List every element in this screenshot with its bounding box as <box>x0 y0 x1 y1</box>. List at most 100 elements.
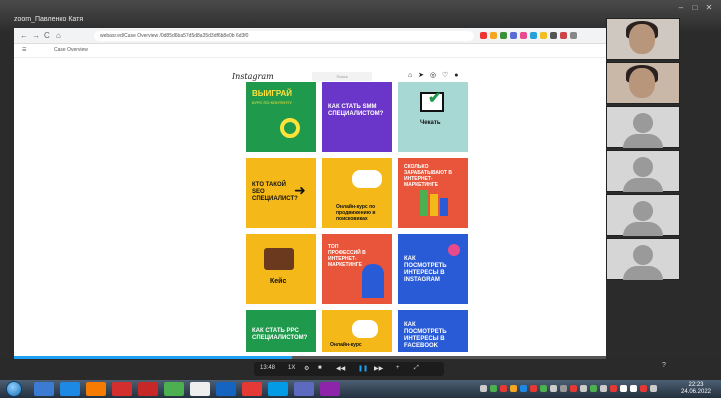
add-icon[interactable]: + <box>396 365 400 371</box>
tray-icon[interactable] <box>510 385 517 392</box>
back-icon[interactable]: ← <box>20 31 28 40</box>
menu-icon[interactable]: ☰ <box>22 47 26 53</box>
post-tile[interactable]: ВЫИГРАЙ КУРС ПО КОНТЕНТУ <box>246 82 316 152</box>
participant-avatar[interactable] <box>606 238 680 280</box>
post-tile[interactable]: ТОП ПРОФЕССИЙ В ИНТЕРНЕТ-МАРКЕТИНГЕ <box>322 234 392 304</box>
avatar-body <box>623 178 663 192</box>
pause-icon[interactable]: ❚❚ <box>358 365 368 372</box>
menu-icon[interactable] <box>570 32 577 39</box>
figure-icon <box>362 264 384 298</box>
extension-icon[interactable] <box>530 32 537 39</box>
browser-icon[interactable] <box>190 382 210 396</box>
current-time: 13:48 <box>260 365 276 371</box>
avatar-body <box>623 266 663 280</box>
stop-icon[interactable]: ■ <box>318 365 322 371</box>
participant-avatar[interactable] <box>606 106 680 148</box>
post-tile[interactable]: Онлайн-курс <box>322 310 392 352</box>
help-button[interactable]: ? <box>662 362 666 369</box>
close-button[interactable]: ✕ <box>704 4 714 12</box>
speed-button[interactable]: 1X <box>288 365 295 371</box>
tray-icon[interactable] <box>550 385 557 392</box>
volume-icon[interactable] <box>630 385 637 392</box>
post-title: Онлайн-курс по продвижению в поисковиках <box>336 204 376 222</box>
heart-icon <box>448 244 460 256</box>
tray-icon[interactable] <box>590 385 597 392</box>
tray-icon[interactable] <box>490 385 497 392</box>
post-tile[interactable]: КАК СТАТЬ PPC СПЕЦИАЛИСТОМ? <box>246 310 316 352</box>
extension-icon[interactable] <box>540 32 547 39</box>
post-tile[interactable]: КАК ПОСМОТРЕТЬ ИНТЕРЕСЫ В FACEBOOK <box>398 310 468 352</box>
avatar-head <box>633 157 653 177</box>
avatar-head <box>633 113 653 133</box>
video-progress-bar[interactable] <box>14 356 606 359</box>
tray-icon[interactable] <box>540 385 547 392</box>
instagram-nav-icons[interactable]: ⌂ ➤ ◎ ♡ ● <box>408 71 460 79</box>
post-tile[interactable]: ✔ Чекать <box>398 82 468 152</box>
fullscreen-icon[interactable]: ⤢ <box>414 365 419 372</box>
participant-avatar[interactable] <box>606 150 680 192</box>
avatar-body <box>623 134 663 148</box>
extension-icon[interactable] <box>560 32 567 39</box>
maximize-button[interactable]: □ <box>690 4 700 12</box>
participant-video[interactable] <box>606 18 680 60</box>
chrome-icon[interactable] <box>164 382 184 396</box>
post-tile[interactable]: КАК ПОСМОТРЕТЬ ИНТЕРЕСЫ В INSTAGRAM <box>398 234 468 304</box>
post-tile[interactable]: СКОЛЬКО ЗАРАБАТЫВАЮТ В ИНТЕРНЕТ-МАРКЕТИН… <box>398 158 468 228</box>
language-icon[interactable] <box>650 385 657 392</box>
zoom-icon[interactable] <box>294 382 314 396</box>
tray-icon[interactable] <box>570 385 577 392</box>
extension-icon[interactable] <box>500 32 507 39</box>
network-icon[interactable] <box>620 385 627 392</box>
extension-icon[interactable] <box>510 32 517 39</box>
media-player-icon[interactable] <box>86 382 106 396</box>
url-field[interactable]: webasr.ed/Case Overview /0d85d6ba57d5d8a… <box>94 31 474 41</box>
magnifier-icon <box>352 320 378 338</box>
minimize-button[interactable]: – <box>676 4 686 12</box>
explorer-icon[interactable] <box>34 382 54 396</box>
pdf-icon[interactable] <box>242 382 262 396</box>
home-icon[interactable]: ⌂ <box>56 31 61 40</box>
extension-icon[interactable] <box>550 32 557 39</box>
tray-icon[interactable] <box>610 385 617 392</box>
tray-icon[interactable] <box>600 385 607 392</box>
post-title: Чекать <box>420 120 441 126</box>
rewind-icon[interactable]: ◀◀ <box>336 365 345 372</box>
post-tile[interactable]: КАК СТАТЬ SMM СПЕЦИАЛИСТОМ? <box>322 82 392 152</box>
flag-icon[interactable] <box>640 385 647 392</box>
start-button[interactable] <box>6 381 22 397</box>
settings-icon[interactable]: ⚙ <box>304 365 309 372</box>
participant-avatar[interactable] <box>606 194 680 236</box>
page-tab[interactable]: Case Overview <box>54 47 88 53</box>
app-icon[interactable] <box>320 382 340 396</box>
tray-icon[interactable] <box>520 385 527 392</box>
address-bar-row: ← → C ⌂ webasr.ed/Case Overview /0d85d6b… <box>14 28 606 44</box>
desktop: zoom_Павленко Катя – □ ✕ ← → C ⌂ webasr.… <box>0 0 721 398</box>
post-tile[interactable]: КТО ТАКОЙ SEO СПЕЦИАЛИСТ? ➜ <box>246 158 316 228</box>
tray-icon[interactable] <box>580 385 587 392</box>
tray-icon[interactable] <box>560 385 567 392</box>
yandex-icon[interactable] <box>138 382 158 396</box>
telegram-icon[interactable] <box>268 382 288 396</box>
participant-video[interactable] <box>606 62 680 104</box>
opera-icon[interactable] <box>112 382 132 396</box>
search-input[interactable]: Поиск <box>312 72 372 81</box>
post-subtitle: КУРС ПО КОНТЕНТУ <box>252 100 292 105</box>
tray-icon[interactable] <box>530 385 537 392</box>
arrow-icon: ➜ <box>294 182 306 198</box>
tray-icon[interactable] <box>480 385 487 392</box>
clock[interactable]: 22:23 24.06.2022 <box>678 382 714 396</box>
extension-icon[interactable] <box>480 32 487 39</box>
post-tile[interactable]: Кейс <box>246 234 316 304</box>
post-title: КАК СТАТЬ PPC СПЕЦИАЛИСТОМ? <box>252 328 308 341</box>
reload-icon[interactable]: C <box>44 31 50 40</box>
forward-icon[interactable]: → <box>32 31 40 40</box>
browser-icon[interactable] <box>60 382 80 396</box>
extension-icon[interactable] <box>520 32 527 39</box>
zoom-window-title: zoom_Павленко Катя <box>14 16 84 23</box>
participants-gallery <box>606 18 680 280</box>
post-tile[interactable]: Онлайн-курс по продвижению в поисковиках <box>322 158 392 228</box>
extension-icon[interactable] <box>490 32 497 39</box>
word-icon[interactable] <box>216 382 236 396</box>
tray-icon[interactable] <box>500 385 507 392</box>
forward-icon[interactable]: ▶▶ <box>374 365 383 372</box>
